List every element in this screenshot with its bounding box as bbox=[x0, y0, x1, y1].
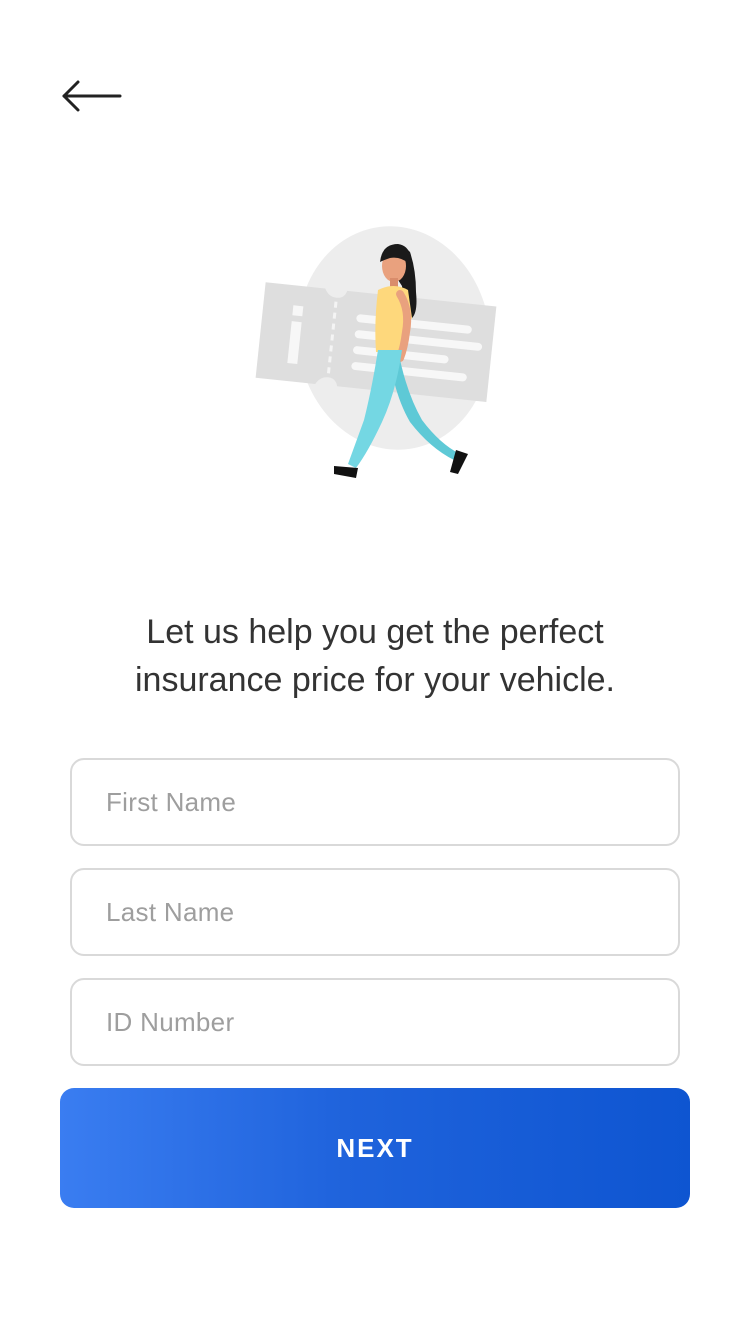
headline-line-2: insurance price for your vehicle. bbox=[134, 661, 615, 699]
last-name-input[interactable] bbox=[70, 868, 680, 956]
page-headline: Let us help you get the perfect insuranc… bbox=[60, 608, 690, 704]
headline-line-1: Let us help you get the perfect bbox=[146, 613, 604, 651]
back-button[interactable] bbox=[56, 70, 132, 122]
woman-walking-with-ticket-illustration bbox=[250, 222, 502, 488]
first-name-input[interactable] bbox=[70, 758, 680, 846]
arrow-left-icon bbox=[62, 80, 122, 112]
id-number-input[interactable] bbox=[70, 978, 680, 1066]
next-button[interactable]: NEXT bbox=[60, 1088, 690, 1208]
